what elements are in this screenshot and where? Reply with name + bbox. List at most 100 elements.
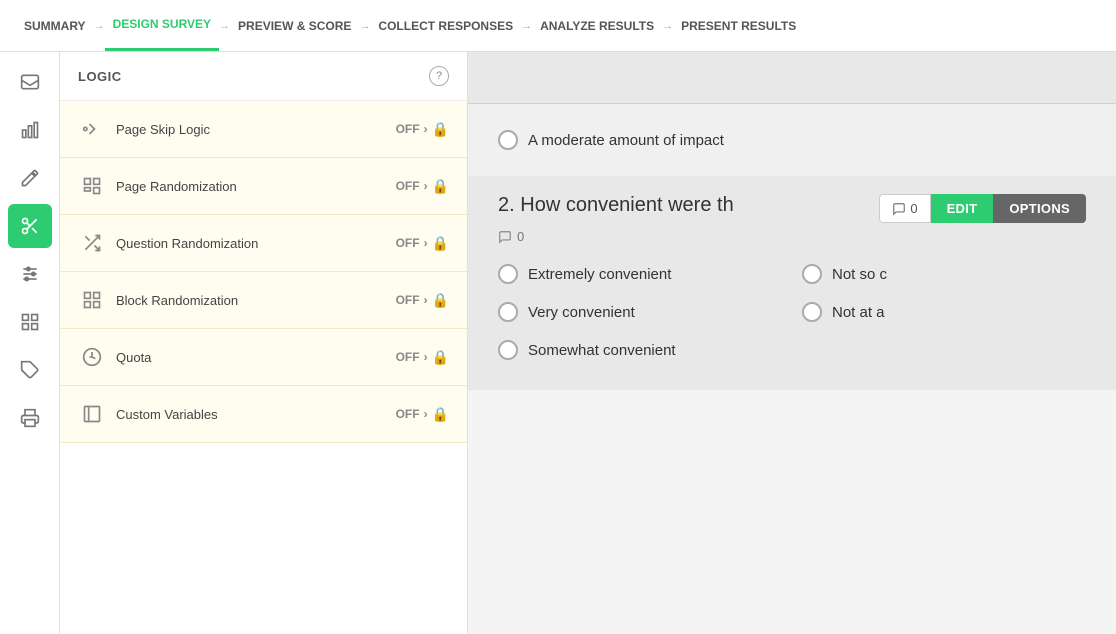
question-randomization-icon xyxy=(78,229,106,257)
question-2-number: 2. How convenient were th xyxy=(498,194,879,217)
comment-icon xyxy=(892,202,906,216)
quota-off: OFF xyxy=(396,350,420,364)
sidebar-item-logic[interactable] xyxy=(8,204,52,248)
nav-analyze-results-label: ANALYZE RESULTS xyxy=(540,19,654,33)
nav-arrow-1: → xyxy=(94,20,105,32)
chart-icon xyxy=(20,120,40,140)
pencil-icon xyxy=(20,168,40,188)
sidebar-item-pencil[interactable] xyxy=(8,156,52,200)
logic-item-page-randomization[interactable]: Page Randomization OFF › 🔒 xyxy=(60,158,467,215)
main-layout: LOGIC ? Page Skip Logic OFF › 🔒 Page Ran… xyxy=(0,52,1116,634)
logic-item-quota[interactable]: Quota OFF › 🔒 xyxy=(60,329,467,386)
block-randomization-label: Block Randomization xyxy=(116,293,396,308)
radio-circle-moderate[interactable] xyxy=(498,130,518,150)
options-button[interactable]: OPTIONS xyxy=(993,194,1086,223)
nav-summary-label: SUMMARY xyxy=(24,19,86,33)
survey-top-bar xyxy=(468,52,1116,104)
option-not-at-all-text: Not at a xyxy=(832,304,885,321)
quota-lock: 🔒 xyxy=(432,349,449,366)
logic-item-page-skip-logic[interactable]: Page Skip Logic OFF › 🔒 xyxy=(60,101,467,158)
option-very-convenient: Very convenient xyxy=(498,296,782,328)
tag-icon xyxy=(20,360,40,380)
option-extremely-convenient-text: Extremely convenient xyxy=(528,266,671,283)
page-randomization-lock: 🔒 xyxy=(432,178,449,195)
top-navigation: SUMMARY → DESIGN SURVEY → PREVIEW & SCOR… xyxy=(0,0,1116,52)
nav-design-survey-label: DESIGN SURVEY xyxy=(113,17,211,31)
question-randomization-lock: 🔒 xyxy=(432,235,449,252)
page-randomization-off: OFF xyxy=(396,179,420,193)
print-icon xyxy=(20,408,40,428)
quota-arrow: › xyxy=(424,350,428,364)
custom-variables-status: OFF › 🔒 xyxy=(396,406,449,423)
question-2-actions: 0 EDIT OPTIONS xyxy=(879,194,1086,223)
option-not-at-all: Not at a xyxy=(802,296,1086,328)
option-not-so-convenient-text: Not so c xyxy=(832,266,887,283)
nav-arrow-3: → xyxy=(359,20,370,32)
option-somewhat-convenient-text: Somewhat convenient xyxy=(528,342,676,359)
logic-item-block-randomization[interactable]: Block Randomization OFF › 🔒 xyxy=(60,272,467,329)
logic-item-custom-variables[interactable]: Custom Variables OFF › 🔒 xyxy=(60,386,467,443)
comment-badge[interactable]: 0 xyxy=(879,194,930,223)
question-randomization-arrow: › xyxy=(424,236,428,250)
option-somewhat-convenient: Somewhat convenient xyxy=(498,334,782,366)
radio-not-so-convenient[interactable] xyxy=(802,264,822,284)
radio-very-convenient[interactable] xyxy=(498,302,518,322)
nav-present-results-label: PRESENT RESULTS xyxy=(681,19,796,33)
q1-option-moderate-text: A moderate amount of impact xyxy=(528,132,724,149)
radio-extremely-convenient[interactable] xyxy=(498,264,518,284)
quota-label: Quota xyxy=(116,350,396,365)
block-randomization-lock: 🔒 xyxy=(432,292,449,309)
help-label: ? xyxy=(436,70,442,82)
block-randomization-status: OFF › 🔒 xyxy=(396,292,449,309)
page-randomization-icon xyxy=(78,172,106,200)
scissors-icon xyxy=(20,216,40,236)
quota-icon xyxy=(78,343,106,371)
question-randomization-label: Question Randomization xyxy=(116,236,396,251)
custom-variables-off: OFF xyxy=(396,407,420,421)
comment-count-label: 0 xyxy=(517,229,524,244)
sidebar-item-tag[interactable] xyxy=(8,348,52,392)
inbox-icon xyxy=(20,72,40,92)
page-randomization-label: Page Randomization xyxy=(116,179,396,194)
answer-options-grid: Extremely convenient Not so c Very conve… xyxy=(498,258,1086,366)
logic-item-question-randomization[interactable]: Question Randomization OFF › 🔒 xyxy=(60,215,467,272)
page-skip-logic-lock: 🔒 xyxy=(432,121,449,138)
sidebar-item-sliders[interactable] xyxy=(8,252,52,296)
page-skip-logic-label: Page Skip Logic xyxy=(116,122,396,137)
page-skip-logic-status: OFF › 🔒 xyxy=(396,121,449,138)
sidebar-item-grid[interactable] xyxy=(8,300,52,344)
nav-preview-score[interactable]: PREVIEW & SCORE xyxy=(230,0,359,51)
question-comment-count: 0 xyxy=(498,229,1086,244)
nav-collect-responses[interactable]: COLLECT RESPONSES xyxy=(370,0,521,51)
grid-icon xyxy=(20,312,40,332)
edit-button[interactable]: EDIT xyxy=(931,194,994,223)
nav-arrow-2: → xyxy=(219,20,230,32)
sidebar-item-chart[interactable] xyxy=(8,108,52,152)
question-randomization-status: OFF › 🔒 xyxy=(396,235,449,252)
sidebar-item-print[interactable] xyxy=(8,396,52,440)
nav-arrow-5: → xyxy=(662,20,673,32)
logic-title: LOGIC xyxy=(78,69,122,84)
custom-variables-lock: 🔒 xyxy=(432,406,449,423)
block-randomization-icon xyxy=(78,286,106,314)
icon-sidebar xyxy=(0,52,60,634)
page-randomization-arrow: › xyxy=(424,179,428,193)
radio-somewhat-convenient[interactable] xyxy=(498,340,518,360)
comment-count-badge: 0 xyxy=(910,201,917,216)
nav-present-results[interactable]: PRESENT RESULTS xyxy=(673,0,804,51)
radio-not-at-all[interactable] xyxy=(802,302,822,322)
logic-panel: LOGIC ? Page Skip Logic OFF › 🔒 Page Ran… xyxy=(60,52,468,634)
skip-logic-icon xyxy=(78,115,106,143)
nav-analyze-results[interactable]: ANALYZE RESULTS xyxy=(532,0,662,51)
question-randomization-off: OFF xyxy=(396,236,420,250)
nav-design-survey[interactable]: DESIGN SURVEY xyxy=(105,0,219,51)
custom-variables-icon xyxy=(78,400,106,428)
custom-variables-arrow: › xyxy=(424,407,428,421)
sidebar-item-inbox[interactable] xyxy=(8,60,52,104)
comment-count-icon xyxy=(498,230,512,244)
logic-help-button[interactable]: ? xyxy=(429,66,449,86)
sliders-icon xyxy=(20,264,40,284)
nav-summary[interactable]: SUMMARY xyxy=(16,0,94,51)
q2-number: 2. xyxy=(498,194,515,216)
page-randomization-status: OFF › 🔒 xyxy=(396,178,449,195)
